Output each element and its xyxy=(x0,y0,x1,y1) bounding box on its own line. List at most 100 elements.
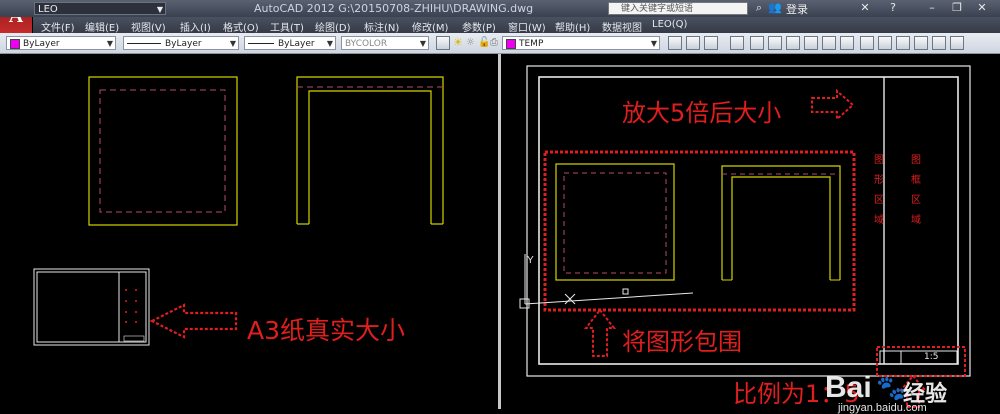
enlarged-frame-outer xyxy=(721,165,841,280)
zoom-icon[interactable] xyxy=(950,36,964,50)
annotation-enlarged: 放大5倍后大小 xyxy=(622,99,782,127)
titleblock-char: 框 xyxy=(911,175,921,186)
properties-toolbar: ByLayer ▼ ByLayer ▼ ByLayer ▼ BYCOLOR ▼ … xyxy=(0,33,1000,54)
user-icon[interactable]: 👥 xyxy=(768,1,782,15)
view-iso-se-icon[interactable] xyxy=(860,36,874,50)
layer-states-icon[interactable] xyxy=(686,36,700,50)
a3-mark xyxy=(135,300,137,302)
color-value: ByLayer xyxy=(23,39,60,49)
workspace-select[interactable]: LEO ▼ xyxy=(34,2,166,15)
a3-mark xyxy=(135,289,137,291)
layer-previous-icon[interactable] xyxy=(668,36,682,50)
help-icon[interactable]: ? xyxy=(886,1,900,15)
plotstyle-value: BYCOLOR xyxy=(345,39,388,49)
layout-viewport[interactable]: Y 放大5倍后大小 将图形包围 比例为1：5 1:5 图 形 区 域 图 框 区… xyxy=(501,54,1000,414)
layer-manager-icon[interactable] xyxy=(436,36,450,50)
view-iso-ne-icon[interactable] xyxy=(878,36,892,50)
enlarged-square xyxy=(555,163,675,281)
enlarged-frame-inner xyxy=(731,176,831,280)
chevron-down-icon: ▼ xyxy=(419,39,426,48)
layer-color-swatch xyxy=(506,38,516,49)
a3-mark xyxy=(125,321,127,323)
scale-box xyxy=(879,350,958,365)
annotation-enclose: 将图形包围 xyxy=(622,328,742,356)
bulb-icon[interactable]: ☀ xyxy=(453,36,464,50)
watermark-url: jingyan.baidu.com xyxy=(838,402,927,414)
titleblock-char: 区 xyxy=(911,195,921,206)
search-input[interactable]: 键入关键字或短语 xyxy=(608,2,748,15)
menu-window[interactable]: 窗口(W) xyxy=(508,19,546,34)
menu-leo[interactable]: LEO(Q) xyxy=(652,19,687,30)
scale-value: 1:5 xyxy=(924,352,939,362)
view-bottom-icon[interactable] xyxy=(768,36,782,50)
search-icon[interactable]: ⌕ xyxy=(752,1,766,15)
menu-format[interactable]: 格式(O) xyxy=(223,19,259,34)
view-front-icon[interactable] xyxy=(730,36,744,50)
login-button[interactable]: 登录 xyxy=(786,1,808,17)
lock-icon[interactable]: 🔓 xyxy=(478,36,490,50)
a3-inner-border xyxy=(36,271,147,343)
ucs-y-label: Y xyxy=(527,255,534,266)
menu-file[interactable]: 文件(F) xyxy=(41,19,75,34)
view-left-icon[interactable] xyxy=(786,36,800,50)
minimize-icon[interactable]: – xyxy=(925,1,939,15)
a3-mark xyxy=(125,311,127,313)
color-select[interactable]: ByLayer ▼ xyxy=(6,36,116,50)
menu-insert[interactable]: 插入(I) xyxy=(180,19,211,34)
camera-icon[interactable] xyxy=(932,36,946,50)
exchange-icon[interactable]: ✕ xyxy=(858,1,872,15)
menu-edit[interactable]: 编辑(E) xyxy=(85,19,119,34)
ucs-x-label xyxy=(564,293,576,305)
enlarged-square-hidden xyxy=(563,172,667,274)
plotstyle-select[interactable]: BYCOLOR ▼ xyxy=(341,36,429,50)
close-icon[interactable]: ✕ xyxy=(975,1,989,15)
layer-select[interactable]: TEMP ▼ xyxy=(502,36,660,50)
menu-tools[interactable]: 工具(T) xyxy=(270,19,304,34)
title-bar: LEO ▼ AutoCAD 2012 G:\20150708-ZHIHU\DRA… xyxy=(0,0,1000,17)
menu-draw[interactable]: 绘图(D) xyxy=(315,19,351,34)
chevron-down-icon: ▼ xyxy=(650,39,657,48)
a3-marks xyxy=(125,289,137,323)
workspace-label: LEO xyxy=(38,4,58,15)
sun-icon[interactable]: ☼ xyxy=(466,36,477,50)
color-swatch xyxy=(10,38,20,49)
restore-icon[interactable]: ❐ xyxy=(950,1,964,15)
left-arrow-icon xyxy=(149,303,238,339)
menu-dataview[interactable]: 数据视图 xyxy=(602,19,642,34)
titleblock-col2: 图 框 区 域 xyxy=(911,151,923,231)
baidu-logo: Bai xyxy=(825,371,872,404)
model-drawing xyxy=(33,76,444,346)
titleblock-char: 域 xyxy=(874,215,884,226)
chevron-down-icon: ▼ xyxy=(156,5,163,14)
menu-modify[interactable]: 修改(M) xyxy=(412,19,448,34)
a3-mark xyxy=(135,321,137,323)
square-hidden-line xyxy=(99,89,226,213)
plot-icon[interactable]: ⎙ xyxy=(490,36,501,50)
titleblock-char: 区 xyxy=(874,195,884,206)
view-iso-nw-icon[interactable] xyxy=(896,36,910,50)
menu-view[interactable]: 视图(V) xyxy=(131,19,166,34)
square-outline xyxy=(88,76,238,226)
view-top-icon[interactable] xyxy=(750,36,764,50)
linetype-sample xyxy=(127,43,161,44)
window-title: AutoCAD 2012 G:\20150708-ZHIHU\DRAWING.d… xyxy=(254,2,534,15)
frame-outer xyxy=(296,76,444,224)
view-right-icon[interactable] xyxy=(804,36,818,50)
view-back-icon[interactable] xyxy=(822,36,836,50)
grip-box xyxy=(622,288,629,295)
layer-value: TEMP xyxy=(519,39,544,49)
layer-isolate-icon[interactable] xyxy=(704,36,718,50)
lineweight-select[interactable]: ByLayer ▼ xyxy=(244,36,336,50)
titleblock-char: 形 xyxy=(874,175,884,186)
titleblock-char: 图 xyxy=(874,155,884,166)
titleblock-char: 图 xyxy=(911,155,921,166)
view-iso-sw-icon[interactable] xyxy=(840,36,854,50)
linetype-select[interactable]: ByLayer ▼ xyxy=(123,36,239,50)
a3-scale-box xyxy=(123,335,145,342)
menu-parametric[interactable]: 参数(P) xyxy=(462,19,496,34)
model-viewport[interactable]: A3纸真实大小 xyxy=(0,54,498,409)
menu-help[interactable]: 帮助(H) xyxy=(555,19,590,34)
baidu-paw-icon: 🐾 xyxy=(876,375,906,402)
named-views-icon[interactable] xyxy=(914,36,928,50)
menu-dimension[interactable]: 标注(N) xyxy=(364,19,399,34)
